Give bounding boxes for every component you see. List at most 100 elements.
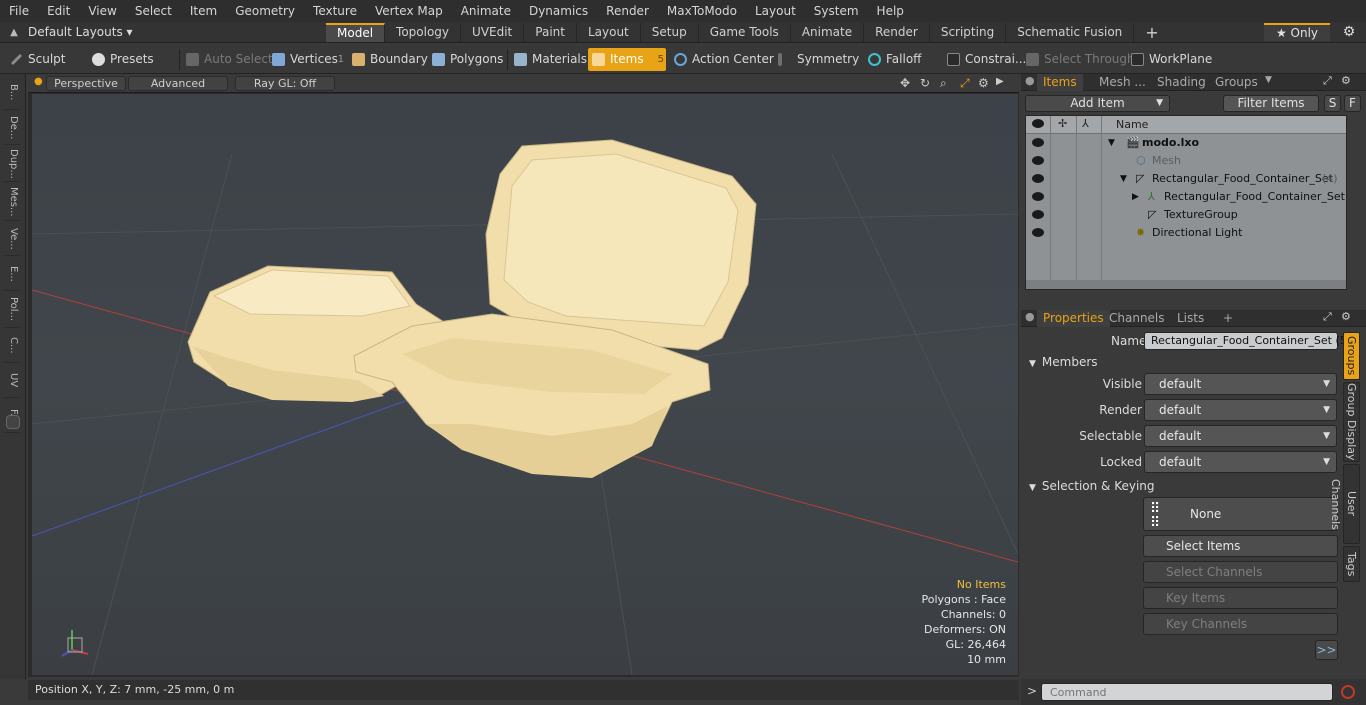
locked-dropdown[interactable]: default ▼ [1144, 451, 1337, 473]
auto-select-button[interactable]: Auto Select [182, 48, 273, 71]
left-tool-deform[interactable]: De... [5, 111, 21, 145]
f-button[interactable]: F [1344, 95, 1361, 112]
filter-items-input[interactable]: Filter Items [1223, 95, 1319, 112]
tab-topology[interactable]: Topology [385, 22, 462, 42]
side-tab-groups[interactable]: Groups [1343, 332, 1360, 380]
selectable-dropdown[interactable]: default ▼ [1144, 425, 1337, 447]
maximize-icon[interactable]: ⤢ [1323, 310, 1332, 324]
left-tool-edge[interactable]: E... [5, 257, 21, 291]
presets-button[interactable]: Presets [88, 48, 174, 71]
menu-help[interactable]: Help [868, 0, 913, 22]
tab-schematic-fusion[interactable]: Schematic Fusion [1006, 22, 1135, 42]
expand-arrow-icon[interactable]: ▼ [1120, 170, 1127, 188]
vertices-button[interactable]: Vertices 1 [268, 48, 346, 71]
visibility-eye-icon[interactable] [1032, 156, 1044, 165]
left-tool-uv[interactable]: UV [5, 364, 21, 398]
side-tab-group-display[interactable]: Group Display [1343, 382, 1360, 462]
3d-viewport[interactable]: No Items Polygons : Face Channels: 0 Def… [32, 94, 1018, 675]
visibility-eye-icon[interactable] [1032, 174, 1044, 183]
tree-row-locator[interactable]: ▶ ⅄ Rectangular_Food_Container_Set [1026, 188, 1346, 206]
sculpt-button[interactable]: Sculpt [6, 48, 84, 71]
visibility-eye-icon[interactable] [1032, 228, 1044, 237]
advanced-button[interactable]: Advanced [128, 76, 228, 91]
expand-arrow-icon[interactable]: ▶ [1132, 188, 1139, 206]
select-channels-button[interactable]: Select Channels [1143, 561, 1338, 583]
tab-animate[interactable]: Animate [791, 22, 865, 42]
panel-dot-icon[interactable]: ● [1025, 74, 1035, 87]
command-input[interactable] [1041, 683, 1333, 701]
key-channels-button[interactable]: Key Channels [1143, 613, 1338, 635]
panel-dot-icon[interactable]: ● [1025, 310, 1035, 323]
select-items-button[interactable]: Select Items [1143, 535, 1338, 557]
items-gear-icon[interactable]: ⚙ [1341, 74, 1351, 87]
left-tool-duplicate[interactable]: Dup... [5, 146, 21, 182]
tree-row-mesh[interactable]: ⬡ Mesh [1026, 152, 1346, 170]
menu-view[interactable]: View [79, 0, 125, 22]
tab-uvedit[interactable]: UVEdit [461, 22, 525, 42]
action-center-button[interactable]: Action Center [670, 48, 774, 71]
tab-paint[interactable]: Paint [524, 22, 577, 42]
add-item-button[interactable]: Add Item ▼ [1025, 95, 1170, 112]
tab-properties[interactable]: Properties [1037, 310, 1110, 327]
menu-edit[interactable]: Edit [38, 0, 79, 22]
viewport-dot-icon[interactable]: ● [34, 76, 43, 87]
workplane-button[interactable]: WorkPlane [1127, 48, 1213, 71]
select-through-button[interactable]: Select Through [1022, 48, 1135, 71]
menu-geometry[interactable]: Geometry [226, 0, 304, 22]
expand-tools-button[interactable] [6, 415, 20, 429]
tree-row-texturegroup[interactable]: ◸ TextureGroup [1026, 206, 1346, 224]
none-button[interactable]: ⠿ ⠿ None [1143, 497, 1338, 531]
menu-maxtomodo[interactable]: MaxToModo [658, 0, 746, 22]
menu-dynamics[interactable]: Dynamics [520, 0, 597, 22]
more-button[interactable]: >> [1315, 640, 1338, 660]
tab-shading[interactable]: Shading [1151, 74, 1212, 91]
tab-layout[interactable]: Layout [577, 22, 641, 42]
menu-system[interactable]: System [805, 0, 868, 22]
tab-channels[interactable]: Channels [1103, 310, 1171, 327]
menu-render[interactable]: Render [597, 0, 658, 22]
add-properties-tab[interactable]: + [1217, 310, 1239, 327]
default-layouts-dropdown[interactable]: Default Layouts ▾ [28, 25, 138, 39]
left-tool-polygon[interactable]: Pol... [5, 292, 21, 328]
only-toggle[interactable]: ★ Only [1264, 23, 1330, 41]
visible-dropdown[interactable]: default ▼ [1144, 373, 1337, 395]
polygons-button[interactable]: Polygons [428, 48, 506, 71]
constraints-button[interactable]: Constrai... [943, 48, 1026, 71]
name-column-header[interactable]: Name [1116, 118, 1148, 131]
tab-game-tools[interactable]: Game Tools [699, 22, 791, 42]
tabs-dropdown-icon[interactable]: ▼ [1265, 75, 1272, 85]
side-tab-tags[interactable]: Tags [1343, 546, 1360, 582]
menu-file[interactable]: File [0, 0, 38, 22]
boundary-button[interactable]: Boundary [348, 48, 428, 71]
expand-arrow-icon[interactable]: ▼ [1108, 134, 1115, 152]
menu-item[interactable]: Item [181, 0, 226, 22]
viewport-settings-icon[interactable]: ⚙ [978, 76, 989, 90]
left-tool-vertex[interactable]: Ve... [5, 222, 21, 256]
viewport-menu-icon[interactable]: ▶ [996, 76, 1004, 87]
menu-animate[interactable]: Animate [452, 0, 520, 22]
key-items-button[interactable]: Key Items [1143, 587, 1338, 609]
menu-vertex-map[interactable]: Vertex Map [366, 0, 452, 22]
left-tool-curve[interactable]: C... [5, 329, 21, 363]
items-button[interactable]: Items 5 [588, 48, 666, 71]
add-tab-button[interactable]: + [1134, 23, 1169, 42]
tab-render[interactable]: Render [864, 22, 930, 42]
record-icon[interactable] [1341, 685, 1355, 699]
maximize-icon[interactable]: ⤢ [1323, 74, 1332, 88]
side-tab-user-channels[interactable]: User Channels [1329, 464, 1360, 544]
tab-scripting[interactable]: Scripting [930, 22, 1007, 42]
selection-keying-section[interactable]: ▼ Selection & Keying [1029, 478, 1155, 494]
fit-view-icon[interactable]: ⤢ [960, 76, 970, 91]
tab-items[interactable]: Items [1037, 74, 1083, 91]
tree-row-light[interactable]: ✸ Directional Light [1026, 224, 1346, 242]
tab-model[interactable]: Model [326, 22, 386, 42]
s-button[interactable]: S [1324, 95, 1341, 112]
materials-button[interactable]: Materials [510, 48, 587, 71]
tab-lists[interactable]: Lists [1171, 310, 1210, 327]
visibility-eye-icon[interactable] [1032, 192, 1044, 201]
tab-mesh[interactable]: Mesh ... [1093, 74, 1152, 91]
tab-setup[interactable]: Setup [641, 22, 699, 42]
perspective-button[interactable]: Perspective [46, 76, 126, 91]
symmetry-button[interactable]: Symmetry [770, 48, 859, 71]
left-tool-b[interactable]: B... [5, 76, 21, 110]
